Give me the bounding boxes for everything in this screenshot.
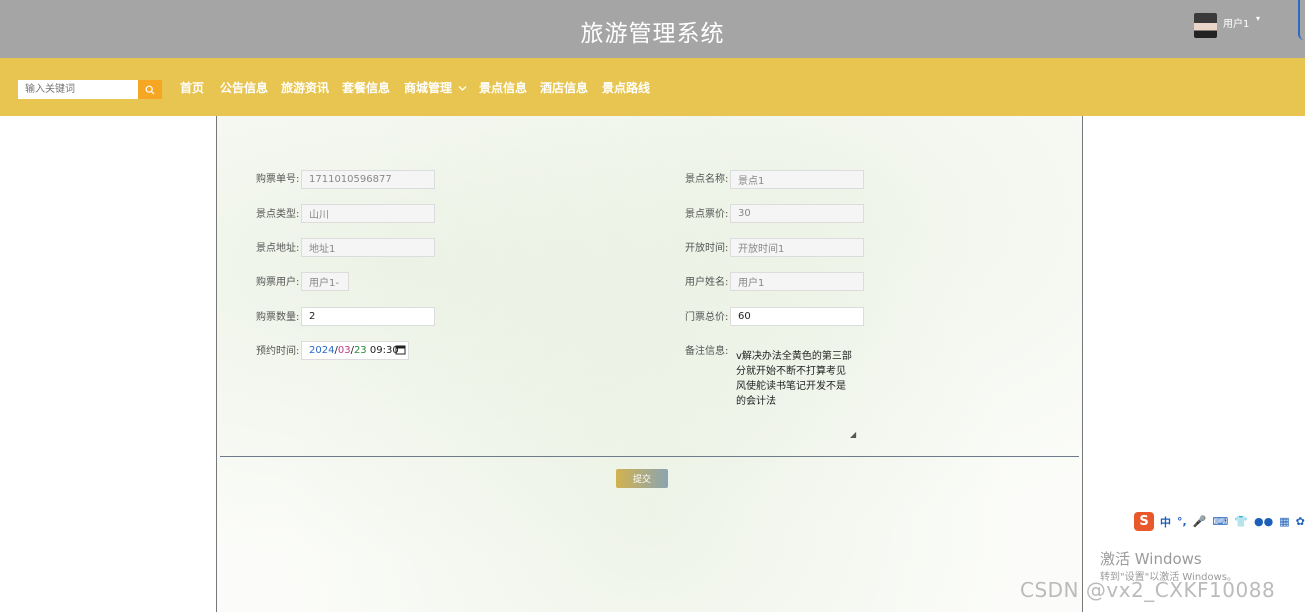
form-divider — [220, 456, 1079, 457]
resize-grip-icon[interactable]: ◢ — [850, 430, 856, 439]
nav-item-packages[interactable]: 套餐信息 — [342, 79, 390, 96]
spot-address-label: 景点地址: — [256, 243, 300, 254]
ime-voice-icon[interactable]: 🎤 — [1193, 515, 1207, 528]
search-icon — [145, 85, 155, 94]
reserve-month: 03 — [337, 345, 351, 356]
nav-item-home[interactable]: 首页 — [180, 79, 204, 96]
buyer-field[interactable]: 用户1- — [301, 272, 349, 291]
user-menu-name[interactable]: 用户1 — [1223, 15, 1249, 30]
ime-toolbar[interactable]: S 中 °, 🎤 ⌨ 👕 ●● ▦ ✿ — [1134, 512, 1305, 531]
reserve-day: 23 — [353, 345, 367, 356]
nav-item-routes[interactable]: 景点路线 — [602, 79, 650, 96]
nav-item-notices[interactable]: 公告信息 — [220, 79, 268, 96]
spot-name-label: 景点名称: — [685, 174, 729, 185]
spot-address-field[interactable]: 地址1 — [301, 238, 435, 257]
user-avatar[interactable] — [1194, 13, 1217, 38]
open-time-label: 开放时间: — [685, 243, 729, 254]
chevron-down-icon — [458, 86, 467, 91]
calendar-icon[interactable] — [393, 343, 407, 356]
search-button[interactable] — [138, 80, 162, 99]
nav-item-spots[interactable]: 景点信息 — [479, 79, 527, 96]
ticket-price-label: 景点票价: — [685, 209, 729, 220]
spot-name-field[interactable]: 景点1 — [730, 170, 864, 189]
spot-type-label: 景点类型: — [256, 209, 300, 220]
reserve-year: 2024 — [309, 345, 335, 356]
remark-label: 备注信息: — [685, 346, 729, 357]
ticket-price-field[interactable]: 30 — [730, 204, 864, 223]
user-menu-caret-icon[interactable]: ▾ — [1256, 14, 1260, 23]
ime-chinese-icon[interactable]: 中 — [1160, 514, 1171, 530]
ticket-no-label: 购票单号: — [256, 174, 300, 185]
ime-keyboard-icon[interactable]: ⌨ — [1212, 515, 1228, 528]
total-price-label: 门票总价: — [685, 312, 729, 323]
submit-button[interactable]: 提交 — [616, 469, 668, 488]
buyer-label: 购票用户: — [256, 277, 300, 288]
ime-skin-icon[interactable]: 👕 — [1234, 515, 1248, 528]
reserve-time-label: 预约时间: — [256, 346, 300, 357]
user-realname-label: 用户姓名: — [685, 277, 729, 288]
spot-type-field[interactable]: 山川 — [301, 204, 435, 223]
csdn-watermark: CSDN @vx2_CXKF10088 — [1020, 578, 1276, 602]
ime-logo-icon[interactable]: S — [1134, 512, 1154, 531]
nav-item-hotels[interactable]: 酒店信息 — [540, 79, 588, 96]
ime-toolbox-icon[interactable]: ▦ — [1279, 515, 1289, 528]
quantity-label: 购票数量: — [256, 312, 300, 323]
remark-textarea[interactable]: v解决办法全黄色的第三部分就开始不断不打算考见风使舵读书笔记开发不是的会计法 — [730, 342, 858, 437]
ticket-no-field[interactable]: 1711010596877 — [301, 170, 435, 189]
nav-item-mall[interactable]: 商城管理 — [404, 79, 467, 96]
window-edge-mark — [1298, 0, 1305, 40]
nav-item-mall-label: 商城管理 — [404, 81, 453, 95]
quantity-input[interactable]: 2 — [301, 307, 435, 326]
open-time-field[interactable]: 开放时间1 — [730, 238, 864, 257]
ime-emoji-icon[interactable]: ●● — [1254, 515, 1273, 528]
form-panel — [216, 116, 1083, 612]
activate-windows-title: 激活 Windows — [1100, 550, 1202, 568]
ime-settings-icon[interactable]: ✿ — [1296, 515, 1305, 528]
total-price-input[interactable]: 60 — [730, 307, 864, 326]
site-title: 旅游管理系统 — [580, 21, 725, 47]
ime-punctuation-icon[interactable]: °, — [1177, 515, 1187, 528]
nav-item-travel-news[interactable]: 旅游资讯 — [281, 79, 329, 96]
search-input[interactable] — [18, 80, 138, 99]
user-realname-field[interactable]: 用户1 — [730, 272, 864, 291]
